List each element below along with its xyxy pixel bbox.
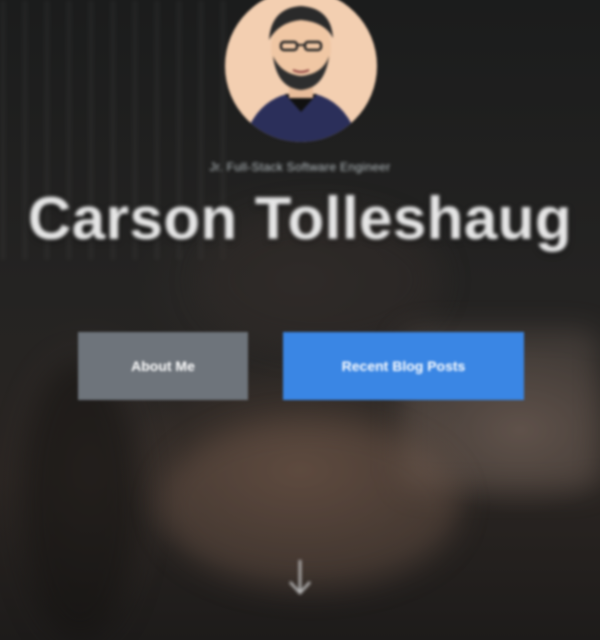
avatar [225,0,377,142]
page-title: Carson Tolleshaug [27,185,573,252]
hero-section: Jr. Full-Stack Software Engineer Carson … [0,0,600,640]
recent-blog-posts-button[interactable]: Recent Blog Posts [283,332,524,400]
background-arm [20,360,140,640]
arrow-down-icon[interactable] [286,558,314,598]
hero-subtitle: Jr. Full-Stack Software Engineer [209,160,391,174]
about-me-button[interactable]: About Me [78,332,248,400]
avatar-illustration [243,6,359,142]
